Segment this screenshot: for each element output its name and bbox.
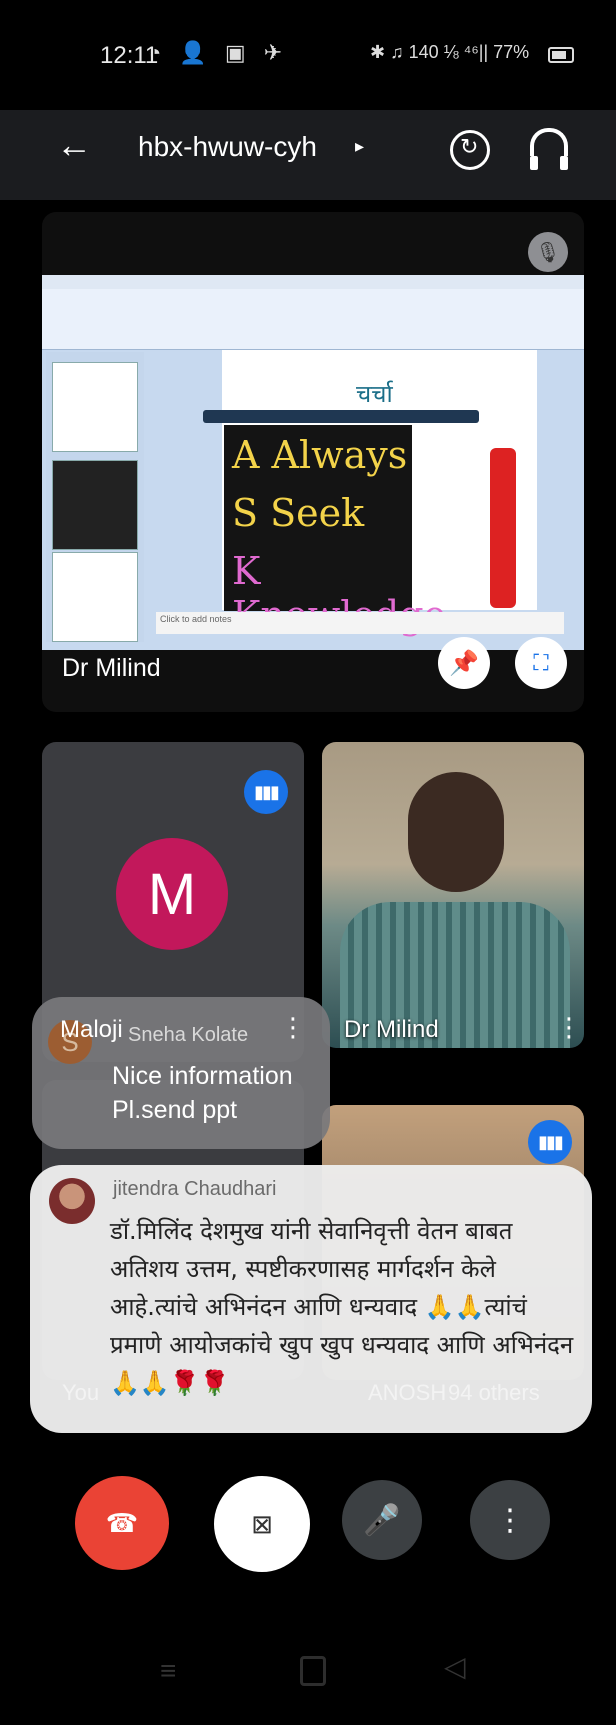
slide-thumbnail (52, 362, 138, 452)
more-options-icon[interactable]: ⋮ (556, 1012, 582, 1043)
slide-divider-bar (203, 410, 479, 423)
chat-sender: Sneha Kolate (128, 1024, 249, 1046)
mic-muted-icon: 🎙 (528, 232, 568, 272)
ppt-slide-thumbnails (46, 352, 144, 642)
qa-graphic (490, 448, 516, 608)
slide-heading: चर्चा (356, 380, 393, 408)
more-vert-icon: ⋮ (495, 1503, 525, 1537)
caret-right-icon[interactable]: ▸ (355, 136, 364, 157)
chat-message-line: आहे.त्यांचे अभिनंदन आणि धन्यवाद 🙏🙏त्यांच… (110, 1293, 527, 1321)
pin-icon[interactable]: 📌 (438, 637, 490, 689)
participant-name: ANOSH (368, 1380, 447, 1405)
presenter-name: Dr Milind (62, 654, 161, 682)
chalk-line: A Always (232, 433, 408, 477)
camera-off-icon: ⊠ (251, 1508, 273, 1539)
home-icon[interactable] (300, 1656, 326, 1686)
mic-toggle-button[interactable]: 🎤 (342, 1480, 422, 1560)
fullscreen-icon[interactable]: ⛶ (515, 637, 567, 689)
camera-toggle-button[interactable]: ⊠ (214, 1476, 310, 1572)
chalk-line: S Seek (232, 491, 365, 535)
end-call-button[interactable]: ☎ (75, 1476, 169, 1570)
status-left-icons: ◔ 👤 ▣ ✈ (148, 40, 289, 65)
participant-name: You (62, 1380, 100, 1405)
status-right-icons: ✱ ♫ 140 ⅛ ⁴⁶|| 77% (370, 42, 530, 62)
back-arrow-icon[interactable]: ← (56, 124, 92, 166)
audio-output-headphones-icon[interactable] (530, 128, 568, 170)
others-count: 94 others (448, 1380, 540, 1405)
slide-thumbnail (52, 552, 138, 642)
meeting-code[interactable]: hbx-hwuw-cyh (138, 131, 317, 163)
slide-thumbnail (52, 460, 138, 550)
chat-message-line: प्रमाणे आयोजकांचे खुप खुप धन्यवाद आणि अभ… (110, 1331, 574, 1359)
chat-message-line: डॉ.मिलिंद देशमुख यांनी सेवानिवृत्ती वेतन… (110, 1217, 513, 1245)
phone-hangup-icon: ☎ (105, 1507, 139, 1538)
chat-message-line: अतिशय उत्तम, स्पष्टीकरणासह मार्गदर्शन के… (110, 1255, 496, 1283)
switch-camera-icon[interactable] (450, 130, 490, 170)
battery-icon (548, 47, 574, 63)
nav-back-icon[interactable]: ◁ (444, 1650, 466, 1683)
avatar (49, 1178, 95, 1224)
chat-message-line: Nice information (112, 1062, 293, 1090)
more-options-button[interactable]: ⋮ (470, 1480, 550, 1560)
chat-message: डॉ.मिलिंद देशमुख यांनी सेवानिवृत्ती वेतन… (110, 1212, 580, 1402)
video-person-head (408, 772, 504, 892)
avatar: M (116, 838, 228, 950)
participant-name: Maloji (60, 1016, 123, 1043)
chat-sender: jitendra Chaudhari (113, 1178, 277, 1200)
ppt-titlebar (42, 275, 584, 289)
chat-message-line: Pl.send ppt (112, 1096, 238, 1124)
microphone-icon: 🎤 (363, 1503, 401, 1537)
ppt-ribbon (42, 289, 584, 350)
more-options-icon[interactable]: ⋮ (280, 1012, 306, 1043)
speaking-indicator-icon: ▮▮▮ (244, 770, 288, 814)
recent-apps-icon[interactable]: ≡ (160, 1655, 176, 1687)
participant-name: Dr Milind (344, 1016, 439, 1043)
chalkboard-image: A Always S Seek K Knowledge (224, 425, 446, 637)
speaking-indicator-icon: ▮▮▮ (528, 1120, 572, 1164)
ppt-notes: Click to add notes (156, 612, 564, 634)
